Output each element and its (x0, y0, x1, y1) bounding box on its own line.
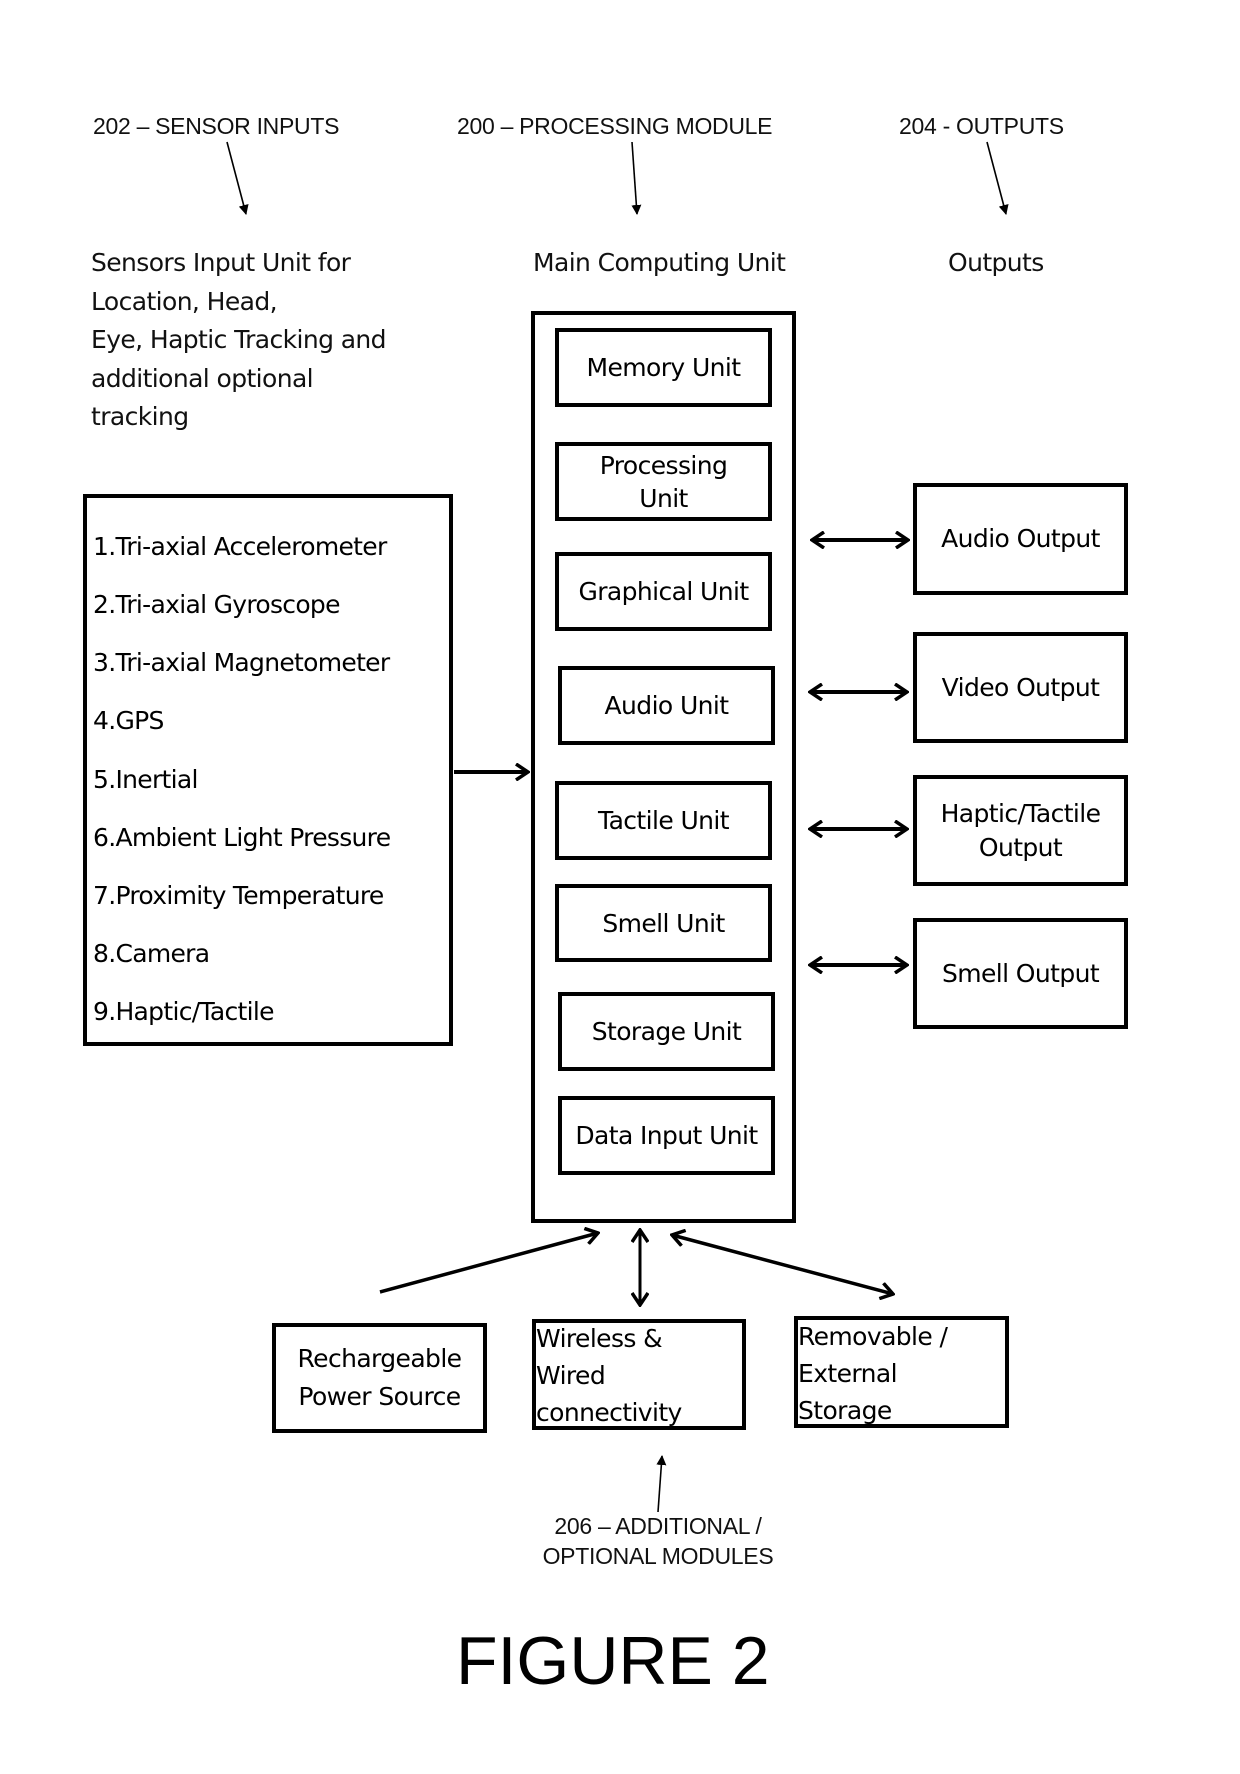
sensor-item: 1.Tri-axial Accelerometer (93, 532, 387, 561)
video-output-label: Video Output (941, 672, 1100, 702)
data-input-unit: Data Input Unit (558, 1096, 775, 1175)
sensor-item: 3.Tri-axial Magnetometer (93, 648, 390, 677)
ref-label-optional-modules: 206 – ADDITIONAL / OPTIONAL MODULES (508, 1511, 808, 1571)
ref-label-outputs: 204 - OUTPUTS (899, 113, 1064, 139)
storage-unit: Storage Unit (558, 992, 775, 1071)
outputs-heading: Outputs (948, 248, 1044, 277)
memory-unit: Memory Unit (555, 328, 772, 407)
connectivity-label-line: Wireless & (536, 1324, 663, 1353)
power-source-box: Rechargeable Power Source (272, 1323, 487, 1433)
haptic-output-label-line: Output (978, 832, 1063, 862)
smell-unit-label: Smell Unit (602, 908, 725, 938)
smell-output-label: Smell Output (941, 958, 1100, 988)
ref-arrow-processing-module (631, 141, 642, 215)
audio-output-box: Audio Output (913, 483, 1128, 595)
haptic-output-label-line: Haptic/Tactile (940, 798, 1101, 828)
sensor-item: 4.GPS (93, 706, 164, 735)
arrow-main-storage (672, 1235, 893, 1294)
smell-unit: Smell Unit (555, 884, 772, 962)
haptic-output-box: Haptic/Tactile Output (913, 775, 1128, 886)
arrow-power-to-main (379, 1233, 598, 1294)
main-unit-heading: Main Computing Unit (533, 248, 786, 277)
video-output-box: Video Output (913, 632, 1128, 743)
external-storage-label-line: Removable / (798, 1321, 948, 1351)
ref-label-optional-modules-line: OPTIONAL MODULES (542, 1543, 774, 1569)
audio-unit: Audio Unit (558, 666, 775, 745)
ref-label-sensor-inputs: 202 – SENSOR INPUTS (93, 113, 340, 139)
sensor-desc-line: Eye, Haptic Tracking and (91, 325, 387, 354)
graphical-unit: Graphical Unit (555, 552, 772, 631)
ref-arrow-optional-modules (656, 1455, 667, 1513)
figure-caption: FIGURE 2 (456, 1623, 770, 1699)
sensor-item: 6.Ambient Light Pressure (93, 823, 391, 852)
sensor-desc-line: additional optional (91, 363, 314, 393)
sensor-item: 9.Haptic/Tactile (93, 997, 275, 1026)
external-storage-label-line: Storage (798, 1395, 892, 1425)
storage-unit-label: Storage Unit (591, 1017, 742, 1046)
audio-unit-label: Audio Unit (604, 691, 730, 720)
tactile-unit: Tactile Unit (555, 781, 772, 860)
graphical-unit-label: Graphical Unit (578, 577, 749, 606)
ref-arrow-sensor-inputs (226, 141, 249, 215)
sensor-item: 5.Inertial (93, 765, 198, 794)
sensor-item: 7.Proximity Temperature (93, 881, 384, 910)
data-input-unit-label: Data Input Unit (575, 1121, 758, 1150)
sensor-description: Sensors Input Unit for Location, Head, E… (91, 244, 387, 437)
sensor-desc-line: Sensors Input Unit for (91, 248, 351, 277)
sensor-item: 8.Camera (93, 939, 210, 968)
connectivity-label-line: connectivity (536, 1398, 682, 1427)
power-source-label-line: Rechargeable (297, 1344, 463, 1373)
memory-unit-label: Memory Unit (586, 353, 742, 382)
sensor-desc-line: tracking (91, 402, 189, 431)
processing-unit-label-line: Processing (599, 450, 728, 480)
external-storage-label-line: External (798, 1358, 898, 1388)
processing-unit-label-line: Unit (639, 483, 688, 513)
ref-label-optional-modules-line: 206 – ADDITIONAL / (554, 1513, 762, 1539)
ref-arrow-outputs (986, 141, 1009, 215)
audio-output-label: Audio Output (941, 524, 1100, 553)
sensor-list-box: 1.Tri-axial Accelerometer 2.Tri-axial Gy… (83, 494, 453, 1046)
sensor-desc-line: Location, Head, (91, 286, 278, 316)
connectivity-label-line: Wired (536, 1361, 606, 1390)
smell-output-box: Smell Output (913, 918, 1128, 1029)
connectivity-box: Wireless & Wired connectivity (532, 1319, 746, 1430)
tactile-unit-label: Tactile Unit (598, 806, 730, 835)
ref-label-processing-module: 200 – PROCESSING MODULE (457, 113, 773, 139)
processing-unit: Processing Unit (555, 442, 772, 521)
power-source-label-line: Power Source (298, 1382, 461, 1411)
sensor-item: 2.Tri-axial Gyroscope (93, 590, 340, 619)
external-storage-box: Removable / External Storage (794, 1316, 1009, 1428)
